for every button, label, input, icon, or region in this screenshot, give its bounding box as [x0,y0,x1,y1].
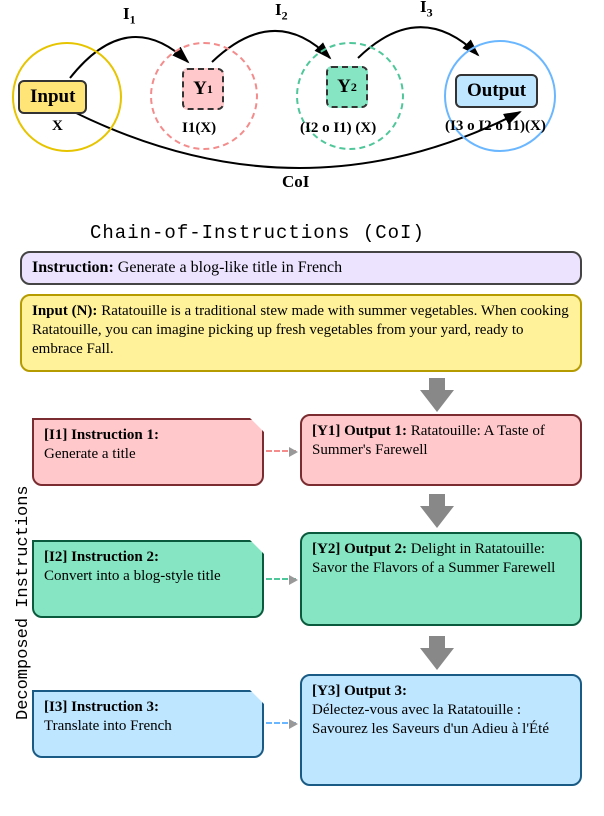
instruction-label: Instruction: [32,259,114,276]
arc-label-i3: I3 [420,0,433,20]
input-n-box: Input (N): Ratatouille is a traditional … [20,294,582,372]
node-input-label: Input [30,86,75,108]
label-x: X [52,118,63,135]
flow-arrow-0 [420,390,454,412]
y1-text: Y [193,78,207,100]
flow-arrow-1 [420,506,454,528]
input-n-label: Input (N): [32,303,101,319]
i2t: I [275,0,282,19]
label-i1x: I1(X) [182,120,216,137]
i1-text: Generate a title [44,446,136,462]
node-y1: Y1 [182,68,224,110]
y2-sub: 2 [351,80,357,95]
overall-instruction-box: Instruction: Generate a blog-like title … [20,251,582,285]
y1-sub: 1 [207,82,213,97]
i3-text: Translate into French [44,718,172,734]
i3t: I [420,0,427,16]
instruction-text: Generate a blog-like title in French [114,259,342,276]
instruction-2-box: [I2] Instruction 2: Convert into a blog-… [32,540,264,618]
instruction-1-box: [I1] Instruction 1: Generate a title [32,418,264,486]
instruction-3-box: [I3] Instruction 3: Translate into Frenc… [32,690,264,758]
output-3-box: [Y3] Output 3: Délectez-vous avec la Rat… [300,674,582,786]
arc-label-i2: I2 [275,0,288,23]
i2-text: Convert into a blog-style title [44,568,221,584]
i1-label: [I1] Instruction 1: [44,427,159,443]
node-y2: Y2 [326,66,368,108]
y3-out-text: Délectez-vous avec la Ratatouille : Savo… [312,702,549,737]
flow-arrow-2 [420,648,454,670]
label-i3i2i1x: (I3 o I2 o I1)(X) [445,118,546,135]
y3-label: [Y3] Output 3: [312,683,407,699]
decomposed-side-label: Decomposed Instructions [14,485,33,720]
i3-label: [I3] Instruction 3: [44,699,159,715]
label-i2i1x: (I2 o I1) (X) [300,120,376,137]
i1t: I [123,4,130,23]
output-1-box: [Y1] Output 1: Ratatouille: A Taste of S… [300,414,582,486]
y2-label: [Y2] Output 2: [312,541,411,557]
i2-label: [I2] Instruction 2: [44,549,159,565]
dash-arrow-3 [266,722,296,724]
arc-label-i1: I1 [123,4,136,27]
dash-arrow-2 [266,578,296,580]
coi-caption: Chain-of-Instructions (CoI) [90,222,425,244]
dash-arrow-1 [266,450,296,452]
node-output-label: Output [467,80,526,102]
node-output: Output [455,74,538,108]
coi-schematic: Input Y1 Y2 Output I1 I2 I3 X I1(X) (I2 … [0,0,604,225]
input-n-text: Ratatouille is a traditional stew made w… [32,303,569,357]
output-2-box: [Y2] Output 2: Delight in Ratatouille: S… [300,532,582,626]
y2-text: Y [337,76,351,98]
arc-label-coi: CoI [282,172,309,192]
node-input: Input [18,80,87,114]
y1-label: [Y1] Output 1: [312,423,411,439]
